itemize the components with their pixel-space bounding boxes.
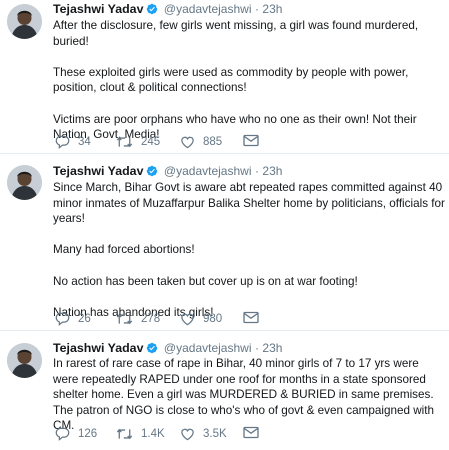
like-icon	[181, 428, 194, 441]
reply-icon	[55, 135, 70, 149]
author-handle[interactable]: @yadavtejashwi	[164, 2, 252, 16]
like-button[interactable]: 980	[180, 310, 222, 328]
tweet-header: Tejashwi Yadav @yadavtejashwi · 23h	[53, 340, 282, 356]
reply-count: 126	[78, 428, 98, 440]
author-name[interactable]: Tejashwi Yadav	[53, 341, 143, 355]
tweet-3[interactable]: Tejashwi Yadav @yadavtejashwi · 23h In r…	[0, 331, 449, 450]
like-icon	[181, 136, 194, 149]
avatar[interactable]	[7, 165, 42, 200]
tweet-header: Tejashwi Yadav @yadavtejashwi · 23h	[53, 163, 282, 179]
separator-dot: ·	[254, 341, 259, 355]
separator-dot: ·	[254, 2, 259, 16]
retweet-icon	[116, 428, 133, 440]
tweet-text: After the disclosure, few girls went mis…	[53, 18, 445, 143]
like-button[interactable]: 885	[180, 133, 222, 151]
verified-badge-icon	[147, 165, 158, 177]
like-count: 3.5K	[203, 428, 227, 440]
avatar[interactable]	[7, 343, 42, 378]
message-icon[interactable]	[243, 426, 259, 439]
retweet-button[interactable]: 1.4K	[116, 425, 165, 443]
tweet-text: Since March, Bihar Govt is aware abt rep…	[53, 180, 445, 320]
author-handle[interactable]: @yadavtejashwi	[164, 164, 252, 178]
reply-button[interactable]: 26	[55, 310, 91, 328]
timestamp[interactable]: 23h	[262, 2, 282, 16]
reply-icon	[55, 312, 70, 326]
reply-count: 26	[78, 313, 91, 325]
tweet-paragraph: After the disclosure, few girls went mis…	[53, 19, 419, 48]
tweet-paragraph: Many had forced abortions!	[53, 243, 195, 257]
retweet-button[interactable]: 278	[116, 310, 160, 328]
retweet-button[interactable]: 245	[116, 133, 160, 151]
retweet-count: 245	[141, 136, 161, 148]
reply-button[interactable]: 34	[55, 133, 91, 151]
reply-icon	[55, 427, 70, 441]
author-name[interactable]: Tejashwi Yadav	[53, 164, 143, 178]
author-handle[interactable]: @yadavtejashwi	[164, 341, 252, 355]
verified-badge-icon	[147, 3, 158, 15]
reply-button[interactable]: 126	[55, 425, 97, 443]
retweet-count: 278	[141, 313, 161, 325]
tweet-actions: 26 278 980	[55, 310, 445, 328]
message-icon[interactable]	[243, 311, 259, 324]
retweet-icon	[116, 313, 133, 325]
tweet-1[interactable]: Tejashwi Yadav @yadavtejashwi · 23h Afte…	[0, 0, 449, 154]
tweet-paragraph: No action has been taken but cover up is…	[53, 274, 358, 288]
author-name[interactable]: Tejashwi Yadav	[53, 2, 143, 16]
tweet-paragraph: Since March, Bihar Govt is aware abt rep…	[53, 181, 445, 226]
like-count: 980	[203, 313, 223, 325]
retweet-icon	[116, 136, 133, 148]
reply-count: 34	[78, 136, 91, 148]
avatar[interactable]	[7, 4, 42, 39]
timestamp[interactable]: 23h	[262, 164, 282, 178]
tweet-2[interactable]: Tejashwi Yadav @yadavtejashwi · 23h Sinc…	[0, 154, 449, 331]
tweet-header: Tejashwi Yadav @yadavtejashwi · 23h	[53, 1, 282, 17]
retweet-count: 1.4K	[141, 428, 165, 440]
like-button[interactable]: 3.5K	[180, 425, 227, 443]
tweet-paragraph: In rarest of rare case of rape in Bihar,…	[53, 357, 434, 433]
separator-dot: ·	[254, 164, 259, 178]
tweet-actions: 34 245 885	[55, 133, 445, 151]
like-icon	[181, 313, 194, 326]
tweet-actions: 126 1.4K 3.5K	[55, 425, 445, 443]
verified-badge-icon	[147, 342, 158, 354]
like-count: 885	[203, 136, 223, 148]
tweet-paragraph: These exploited girls were used as commo…	[53, 65, 409, 95]
message-icon[interactable]	[243, 134, 259, 147]
tweet-text: In rarest of rare case of rape in Bihar,…	[53, 356, 445, 434]
timestamp[interactable]: 23h	[262, 341, 282, 355]
